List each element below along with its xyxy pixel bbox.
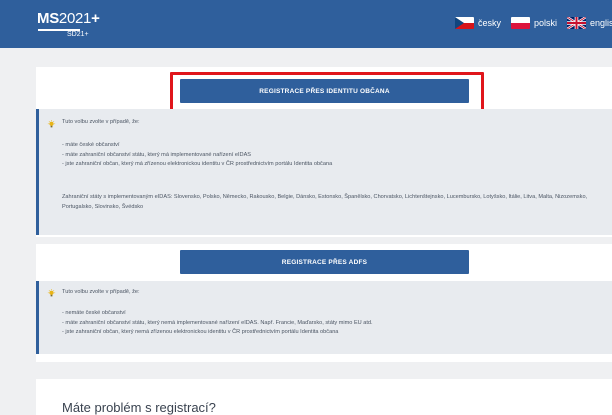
lightbulb-icon bbox=[47, 289, 56, 297]
condition-item: - nemáte české občanství bbox=[62, 310, 126, 316]
language-polish[interactable]: polski bbox=[511, 17, 557, 29]
citizen-identity-info: Tuto volbu zvolte v případě, že: - máte … bbox=[36, 109, 612, 235]
cz-flag-icon bbox=[455, 17, 474, 29]
pl-flag-icon bbox=[511, 17, 531, 29]
language-label: english bbox=[590, 18, 612, 28]
language-label: polski bbox=[534, 18, 558, 28]
ms2021-logo[interactable]: MS2021+ SD21+ bbox=[37, 10, 100, 38]
logo-wordmark: MS2021+ bbox=[37, 10, 100, 27]
condition-item: - máte české občanství bbox=[62, 142, 120, 148]
lightbulb-icon bbox=[47, 120, 56, 128]
condition-item: - máte zahraniční občanství státu, který… bbox=[62, 319, 373, 326]
condition-item: - jste zahraniční občan, který nemá zříz… bbox=[62, 329, 339, 335]
language-label: česky bbox=[478, 18, 502, 28]
info-conditions: - máte české občanství - máte zahraniční… bbox=[62, 141, 332, 170]
info-intro: Tuto volbu zvolte v případě, že: bbox=[62, 289, 140, 295]
info-intro: Tuto volbu zvolte v případě, že: bbox=[62, 119, 140, 125]
logo-subtitle: SD21+ bbox=[67, 31, 89, 38]
language-english[interactable]: english bbox=[567, 17, 612, 29]
help-question-heading: Máte problém s registrací? bbox=[62, 400, 216, 415]
condition-item: - máte zahraniční občanství státu, který… bbox=[62, 151, 252, 158]
language-czech[interactable]: česky bbox=[455, 17, 501, 29]
eidas-states-text: Zahraniční státy s implementovaným eIDAS… bbox=[62, 194, 588, 210]
adfs-info: Tuto volbu zvolte v případě, že: - nemát… bbox=[36, 281, 612, 354]
condition-item: - jste zahraniční občan, který má zřízen… bbox=[62, 161, 333, 167]
language-switcher: česky polski english bbox=[455, 17, 612, 29]
register-adfs-button[interactable]: REGISTRACE PŘES ADFS bbox=[180, 250, 469, 274]
highlight-frame bbox=[170, 72, 484, 113]
site-header: MS2021+ SD21+ česky polski english bbox=[0, 0, 612, 48]
info-conditions: - nemáte české občanství - máte zahranič… bbox=[62, 309, 373, 338]
uk-flag-icon bbox=[567, 17, 587, 29]
